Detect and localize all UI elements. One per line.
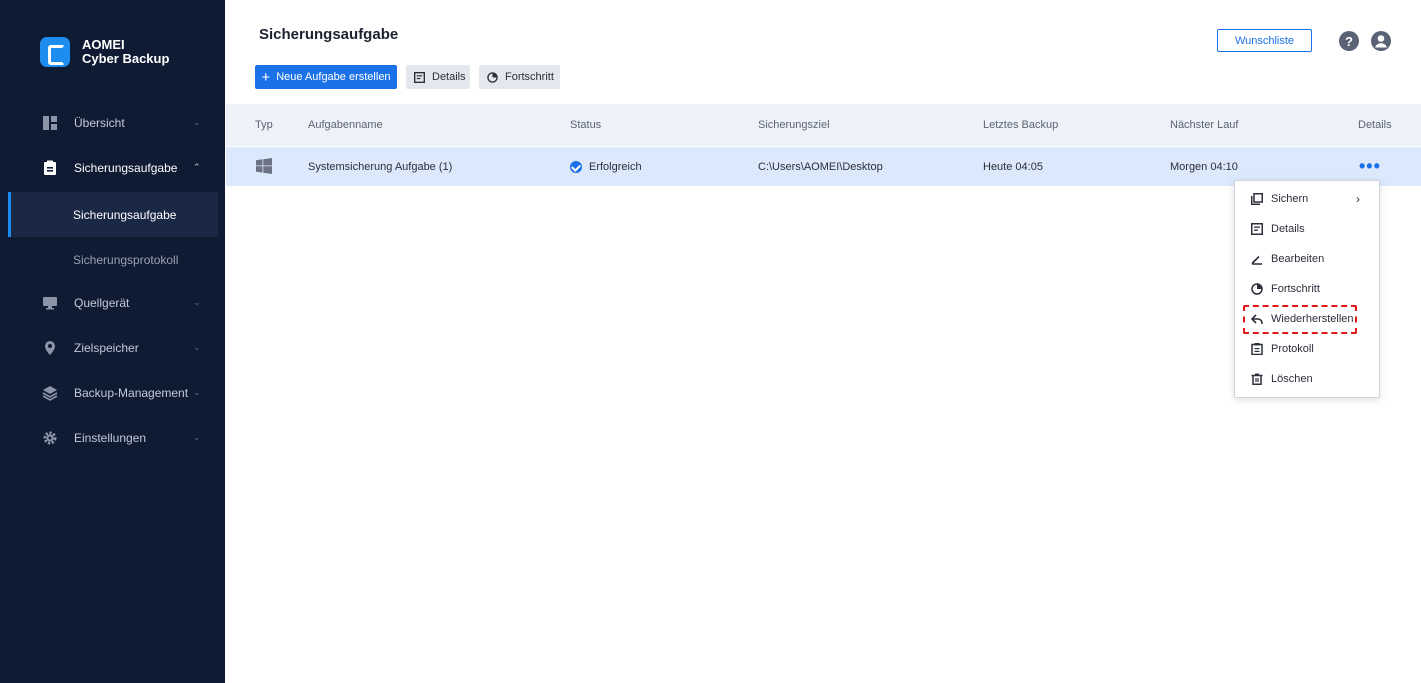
clipboard-icon bbox=[44, 160, 56, 175]
details-icon bbox=[414, 71, 425, 83]
menu-item-label: Bearbeiten bbox=[1271, 253, 1325, 265]
details-button[interactable]: Details bbox=[406, 65, 470, 89]
aomei-logo-icon bbox=[40, 37, 70, 67]
details-icon bbox=[1251, 223, 1263, 235]
sidebar-subitem-label: Sicherungsaufgabe bbox=[73, 207, 177, 222]
location-pin-icon bbox=[45, 340, 55, 355]
progress-button[interactable]: Fortschritt bbox=[479, 65, 560, 89]
copy-icon bbox=[1251, 193, 1263, 205]
sidebar-item-einstellungen[interactable]: Einstellungen ⌄ bbox=[0, 415, 225, 460]
layers-icon bbox=[42, 385, 58, 401]
edit-icon bbox=[1251, 255, 1262, 265]
menu-item-bearbeiten[interactable]: Bearbeiten bbox=[1235, 244, 1381, 274]
plus-icon: + bbox=[261, 68, 271, 86]
user-avatar-icon[interactable] bbox=[1371, 31, 1391, 51]
new-task-label: Neue Aufgabe erstellen bbox=[276, 71, 391, 83]
sidebar-item-label: Quellgerät bbox=[74, 295, 130, 310]
log-icon bbox=[1251, 343, 1263, 355]
task-next-run: Morgen 04:10 bbox=[1170, 160, 1238, 173]
menu-item-loeschen[interactable]: Löschen bbox=[1235, 364, 1381, 394]
menu-item-label: Details bbox=[1271, 223, 1305, 235]
progress-icon bbox=[487, 71, 498, 83]
chevron-down-icon: ⌄ bbox=[193, 387, 201, 397]
sidebar-item-backup-management[interactable]: Backup-Management ⌄ bbox=[0, 370, 225, 415]
chevron-up-icon: ⌃ bbox=[193, 162, 201, 172]
sidebar-item-label: Sicherungsaufgabe bbox=[74, 160, 178, 175]
sidebar-item-label: Übersicht bbox=[74, 115, 125, 130]
context-menu: Sichern › Details Bearbeiten Fortschritt… bbox=[1234, 180, 1380, 398]
sidebar-item-zielspeicher[interactable]: Zielspeicher ⌄ bbox=[0, 325, 225, 370]
menu-item-label: Fortschritt bbox=[1271, 283, 1320, 295]
task-status-label: Erfolgreich bbox=[589, 160, 642, 173]
menu-item-label: Protokoll bbox=[1271, 343, 1314, 355]
col-last-backup: Letztes Backup bbox=[983, 119, 1059, 131]
menu-item-fortschritt[interactable]: Fortschritt bbox=[1235, 274, 1381, 304]
trash-icon bbox=[1251, 373, 1263, 385]
sidebar-subitem-label: Sicherungsprotokoll bbox=[73, 252, 179, 267]
gear-icon bbox=[43, 431, 57, 444]
windows-icon bbox=[256, 158, 272, 174]
sidebar-item-uebersicht[interactable]: Übersicht ⌄ bbox=[0, 100, 225, 145]
details-button-label: Details bbox=[432, 71, 466, 83]
chevron-down-icon: ⌄ bbox=[193, 432, 201, 442]
col-next-run: Nächster Lauf bbox=[1170, 119, 1239, 131]
menu-item-protokoll[interactable]: Protokoll bbox=[1235, 334, 1381, 364]
new-task-button[interactable]: + Neue Aufgabe erstellen bbox=[255, 65, 397, 89]
sidebar-item-quellgeraet[interactable]: Quellgerät ⌄ bbox=[0, 280, 225, 325]
progress-button-label: Fortschritt bbox=[505, 71, 554, 83]
col-task-name: Aufgabenname bbox=[308, 119, 383, 131]
task-status: Erfolgreich bbox=[570, 147, 642, 186]
highlight-box bbox=[1243, 305, 1357, 334]
menu-item-label: Sichern bbox=[1271, 193, 1309, 205]
brand: AOMEI Cyber Backup bbox=[40, 37, 169, 67]
col-type: Typ bbox=[255, 119, 273, 131]
col-status: Status bbox=[570, 119, 602, 131]
brand-line-1: AOMEI bbox=[82, 37, 125, 52]
chevron-down-icon: ⌄ bbox=[193, 117, 201, 127]
wishlist-button[interactable]: Wunschliste bbox=[1217, 29, 1312, 52]
check-circle-icon bbox=[570, 160, 582, 173]
monitor-icon bbox=[43, 296, 57, 309]
table-header: Typ Aufgabenname Status Sicherungsziel L… bbox=[226, 104, 1421, 146]
task-name: Systemsicherung Aufgabe (1) bbox=[308, 160, 453, 173]
task-target: C:\Users\AOMEI\Desktop bbox=[758, 160, 883, 173]
col-details: Details bbox=[1358, 119, 1392, 131]
menu-item-details[interactable]: Details bbox=[1235, 214, 1381, 244]
page-title: Sicherungsaufgabe bbox=[259, 26, 399, 43]
dashboard-icon bbox=[43, 115, 57, 130]
menu-item-sichern[interactable]: Sichern › bbox=[1235, 184, 1381, 214]
chevron-right-icon: › bbox=[1356, 192, 1360, 206]
sidebar-item-sicherungsaufgabe[interactable]: Sicherungsaufgabe ⌃ bbox=[0, 145, 225, 190]
sidebar-subitem-sicherungsprotokoll[interactable]: Sicherungsprotokoll bbox=[0, 237, 225, 282]
brand-name: AOMEI Cyber Backup bbox=[82, 38, 169, 66]
sidebar-item-label: Einstellungen bbox=[74, 430, 147, 445]
menu-item-label: Löschen bbox=[1271, 373, 1313, 385]
sidebar-item-label: Zielspeicher bbox=[74, 340, 139, 355]
chevron-down-icon: ⌄ bbox=[193, 342, 201, 352]
col-target: Sicherungsziel bbox=[758, 119, 830, 131]
sidebar-item-label: Backup-Management bbox=[74, 385, 189, 400]
sidebar: AOMEI Cyber Backup Übersicht ⌄ Sicherung… bbox=[0, 0, 225, 683]
task-last-backup: Heute 04:05 bbox=[983, 160, 1043, 173]
brand-line-2: Cyber Backup bbox=[82, 51, 170, 66]
help-icon[interactable]: ? bbox=[1339, 31, 1359, 51]
progress-icon bbox=[1251, 283, 1263, 295]
sidebar-subitem-sicherungsaufgabe[interactable]: Sicherungsaufgabe bbox=[8, 192, 218, 237]
chevron-down-icon: ⌄ bbox=[193, 297, 201, 307]
